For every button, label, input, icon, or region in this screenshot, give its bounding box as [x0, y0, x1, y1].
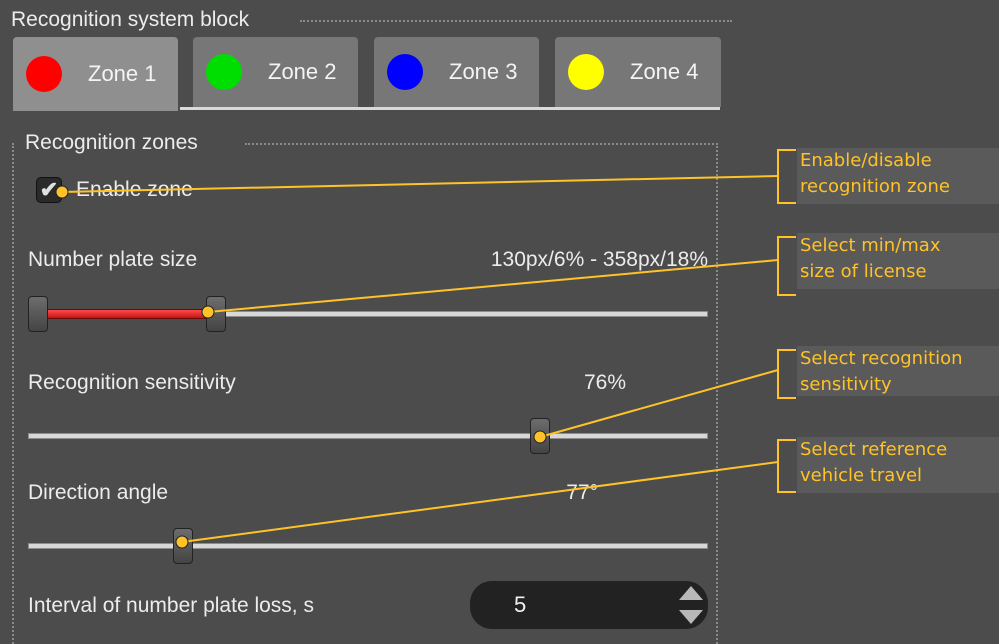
zones-title-divider	[245, 143, 718, 145]
direction-label: Direction angle	[28, 481, 169, 504]
annotation-line: Select reference	[800, 439, 948, 460]
red-dot-icon	[26, 56, 62, 92]
annotation-line: vehicle travel	[800, 465, 923, 486]
enable-zone-checkbox[interactable]: ✔	[36, 177, 62, 203]
annotation-direction: Select reference vehicle travel	[797, 437, 999, 493]
zones-group-title: Recognition zones	[25, 131, 198, 154]
group-title-divider	[300, 20, 732, 22]
tab-zone-1[interactable]: Zone 1	[13, 37, 178, 111]
plate-size-max-handle[interactable]	[206, 296, 227, 332]
tab-baseline	[180, 107, 720, 110]
green-dot-icon	[206, 54, 242, 90]
annotation-line: recognition zone	[800, 176, 950, 197]
spin-arrows-icon[interactable]	[677, 582, 705, 628]
callout-line-enable-bracket	[777, 149, 796, 204]
callout-line-sensitivity-bracket	[777, 349, 796, 399]
plate-size-value: 130px/6% - 358px/18%	[490, 248, 708, 271]
tab-label: Zone 2	[268, 59, 337, 84]
interval-label: Interval of number plate loss, s	[28, 594, 314, 617]
direction-handle[interactable]	[173, 528, 194, 564]
annotation-line: Select recognition	[800, 348, 963, 369]
sensitivity-label: Recognition sensitivity	[28, 371, 236, 394]
blue-dot-icon	[387, 54, 423, 90]
tab-zone-4[interactable]: Zone 4	[555, 37, 721, 107]
sensitivity-value: 76%	[583, 371, 626, 394]
annotation-line: size of license	[800, 261, 927, 282]
tab-zone-3[interactable]: Zone 3	[374, 37, 539, 107]
annotation-plate-size: Select min/max size of license	[797, 233, 999, 289]
tab-label: Zone 3	[449, 59, 518, 84]
callout-line-plate-bracket	[777, 236, 796, 296]
plate-size-label: Number plate size	[28, 248, 198, 271]
plate-size-min-handle[interactable]	[28, 296, 48, 332]
annotation-sensitivity: Select recognition sensitivity	[797, 346, 999, 396]
tab-label: Zone 4	[630, 59, 699, 84]
annotation-enable-zone: Enable/disable recognition zone	[797, 148, 999, 204]
annotation-line: Enable/disable	[800, 150, 932, 171]
interval-spinbox[interactable]: 5	[470, 581, 708, 629]
group-title-recognition-system-block: Recognition system block	[11, 8, 250, 31]
direction-value: 77°	[566, 481, 598, 504]
annotation-line: sensitivity	[800, 374, 892, 395]
enable-zone-label: Enable zone	[76, 178, 193, 201]
interval-value[interactable]: 5	[514, 592, 526, 618]
annotation-line: Select min/max	[800, 235, 941, 256]
tab-zone-2[interactable]: Zone 2	[193, 37, 358, 107]
sensitivity-track[interactable]	[28, 433, 708, 439]
yellow-dot-icon	[568, 54, 604, 90]
plate-size-range-fill	[36, 309, 215, 319]
tab-label: Zone 1	[88, 61, 157, 86]
checkmark-icon: ✔	[39, 177, 59, 202]
direction-track[interactable]	[28, 543, 708, 549]
sensitivity-handle[interactable]	[529, 418, 550, 454]
callout-line-direction-bracket	[777, 439, 796, 493]
